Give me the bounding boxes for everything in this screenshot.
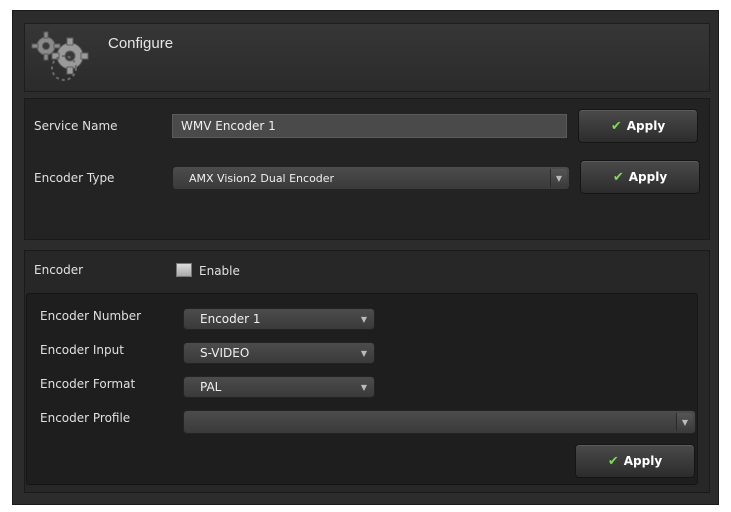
encoder-apply-button[interactable]: ✔ Apply bbox=[575, 444, 695, 478]
service-apply-button[interactable]: ✔ Apply bbox=[578, 109, 698, 143]
chevron-down-icon[interactable]: ▼ bbox=[676, 413, 693, 431]
enable-checkbox[interactable] bbox=[176, 263, 192, 277]
encoder-profile-select[interactable]: ▼ bbox=[183, 410, 696, 434]
apply-label: Apply bbox=[628, 170, 668, 184]
encoder-format-value: PAL bbox=[200, 380, 222, 394]
encoder-type-value: AMX Vision2 Dual Encoder bbox=[189, 171, 335, 185]
encoder-input-select[interactable]: S-VIDEO ▼ bbox=[183, 342, 375, 364]
enable-label: Enable bbox=[199, 264, 240, 278]
chevron-down-icon[interactable]: ▼ bbox=[356, 379, 372, 395]
encoder-label: Encoder bbox=[34, 263, 84, 277]
chevron-down-icon[interactable]: ▼ bbox=[550, 169, 567, 187]
gears-icon bbox=[31, 31, 89, 81]
encoder-input-value: S-VIDEO bbox=[200, 346, 250, 360]
encoder-number-label: Encoder Number bbox=[40, 309, 142, 323]
encoder-format-label: Encoder Format bbox=[40, 377, 136, 391]
apply-label: Apply bbox=[623, 454, 663, 468]
check-icon: ✔ bbox=[610, 118, 622, 134]
check-icon: ✔ bbox=[607, 453, 619, 469]
encoder-number-select[interactable]: Encoder 1 ▼ bbox=[183, 308, 375, 330]
header-bar bbox=[24, 23, 710, 92]
encoder-type-select[interactable]: AMX Vision2 Dual Encoder ▼ bbox=[172, 166, 570, 190]
service-name-input[interactable] bbox=[172, 114, 567, 138]
apply-label: Apply bbox=[626, 119, 666, 133]
chevron-down-icon[interactable]: ▼ bbox=[356, 311, 372, 327]
encoder-format-select[interactable]: PAL ▼ bbox=[183, 376, 375, 398]
encoder-input-label: Encoder Input bbox=[40, 343, 124, 357]
encoder-type-label: Encoder Type bbox=[34, 171, 115, 185]
service-name-label: Service Name bbox=[34, 119, 118, 133]
page-title: Configure bbox=[108, 35, 174, 52]
encoder-number-value: Encoder 1 bbox=[200, 312, 261, 326]
check-icon: ✔ bbox=[612, 169, 624, 185]
chevron-down-icon[interactable]: ▼ bbox=[356, 345, 372, 361]
encoder-profile-label: Encoder Profile bbox=[40, 411, 131, 425]
encoder-type-apply-button[interactable]: ✔ Apply bbox=[580, 160, 700, 194]
